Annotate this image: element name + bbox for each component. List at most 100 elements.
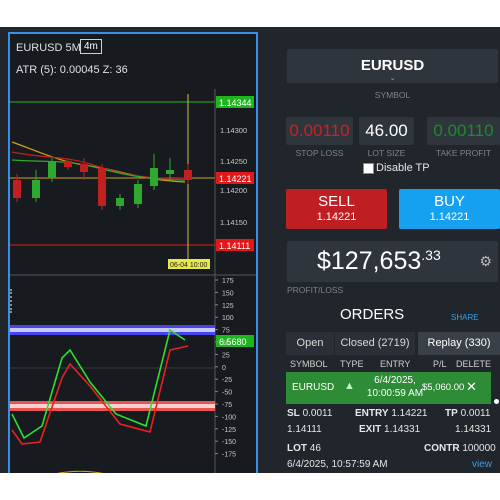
price-tick: 1.14150: [220, 218, 247, 227]
lot-label: LOT: [287, 443, 307, 454]
sl-flag-text: 1.14111: [219, 241, 250, 251]
sl-value: 0.0011: [302, 408, 333, 419]
osc-tick: 175: [222, 278, 234, 285]
close-icon[interactable]: ✕: [466, 379, 477, 395]
price-tick: 1.14200: [220, 186, 247, 195]
upper-band-core: [10, 328, 215, 332]
sell-price: 1.14221: [316, 211, 357, 223]
exit-label: EXIT: [359, 424, 382, 435]
lower-band-core: [10, 404, 215, 408]
order-row[interactable]: EURUSD ▲ 6/4/2025, 10:00:59 AM $5,060.00…: [286, 372, 491, 404]
row-symbol: EURUSD: [292, 382, 335, 393]
candle: [98, 168, 106, 206]
candles: [13, 154, 192, 210]
detail-exit: EXIT 1.14331: [359, 424, 420, 435]
osc-tick: 0: [222, 365, 226, 372]
osc-tick: -50: [222, 390, 232, 397]
resize-grip[interactable]: [10, 289, 16, 313]
row-entry-date: 6/4/2025,: [374, 375, 416, 386]
symbol-selector[interactable]: EURUSD ⌄: [287, 49, 498, 83]
osc-tick: 150: [222, 290, 234, 297]
detail-tp-price: 1.14331: [455, 424, 492, 435]
detail-sl: SL 0.0011: [287, 408, 332, 419]
sell-label: SELL: [318, 193, 355, 210]
candle: [13, 180, 21, 198]
detail-close-time: 6/4/2025, 10:57:59 AM: [287, 459, 388, 470]
osc-tick: 100: [222, 315, 234, 322]
chart-panel[interactable]: EURUSD 5M 4m ATR (5): 0.00045 Z: 36 1.14…: [8, 32, 258, 473]
detail-lot: LOT 46: [287, 443, 321, 454]
tab-replay[interactable]: Replay (330): [418, 332, 500, 355]
lot-size-label: LOT SIZE: [367, 148, 406, 158]
lot-size-input[interactable]: 46.00: [359, 117, 414, 145]
detail-sl-price: 1.14111: [287, 424, 322, 435]
contr-label: CONTR: [424, 443, 460, 454]
take-profit-label: TAKE PROFIT: [435, 148, 492, 158]
orders-title: ORDERS: [340, 306, 405, 323]
row-pl: $5,060.00: [422, 382, 465, 393]
pl-label: PROFIT/LOSS: [287, 285, 344, 295]
tab-closed[interactable]: Closed (2719): [335, 332, 415, 355]
symbol-value: EURUSD: [360, 57, 425, 74]
sell-button[interactable]: SELL 1.14221: [286, 189, 387, 229]
candle: [32, 180, 40, 198]
entry-value: 1.14221: [391, 408, 428, 419]
osc-tick: -100: [222, 414, 236, 421]
gear-icon[interactable]: ⚙: [479, 253, 492, 270]
candle: [80, 164, 88, 172]
lot-value: 46: [309, 443, 321, 454]
chart-canvas[interactable]: 1.14300 1.14250 1.14200 1.14150 1.14344 …: [10, 34, 256, 473]
osc-tick: -25: [222, 377, 232, 384]
exit-value: 1.14331: [384, 424, 421, 435]
tab-open[interactable]: Open: [286, 332, 334, 355]
buy-button[interactable]: BUY 1.14221: [399, 189, 500, 229]
candle: [116, 198, 124, 206]
bottom-ma: [56, 470, 104, 473]
col-type: TYPE: [340, 359, 364, 369]
buy-price: 1.14221: [429, 211, 470, 223]
tp-flag-text: 1.14344: [219, 98, 252, 108]
row-entry-time: 10:00:59 AM: [366, 388, 424, 399]
symbol-label: SYMBOL: [374, 90, 411, 100]
osc-tick: -125: [222, 427, 236, 434]
osc-tick: 75: [222, 328, 230, 335]
osc-tick: -150: [222, 439, 236, 446]
pl-cents: .33: [421, 247, 441, 263]
view-link[interactable]: view: [472, 459, 492, 470]
tp-value: 0.0011: [460, 408, 491, 419]
col-pl: P/L: [433, 359, 447, 369]
buy-label: BUY: [434, 193, 465, 210]
row-entry: 6/4/2025, 10:00:59 AM: [364, 374, 426, 400]
candle: [64, 161, 72, 167]
take-profit-input[interactable]: 0.00110: [427, 117, 500, 145]
pl-value: $127,653.33: [317, 247, 441, 276]
osc-tick: 50: [222, 340, 230, 347]
price-tick: 1.14250: [220, 157, 247, 166]
share-link[interactable]: SHARE: [451, 313, 479, 322]
candle: [166, 170, 174, 174]
candle: [48, 162, 56, 178]
stop-loss-label: STOP LOSS: [295, 148, 344, 158]
detail-tp: TP 0.0011: [445, 408, 490, 419]
osc-tick: -175: [222, 452, 236, 459]
stop-loss-input[interactable]: 0.00110: [286, 117, 353, 145]
candle: [150, 168, 158, 186]
tp-label: TP: [445, 408, 458, 419]
disable-tp-label: Disable TP: [376, 162, 430, 174]
pl-main: $127,653: [317, 247, 422, 275]
scrollbar-indicator[interactable]: [494, 399, 499, 404]
disable-tp-checkbox[interactable]: [363, 163, 374, 174]
osc-tick: 25: [222, 352, 230, 359]
candle: [184, 170, 192, 180]
chevron-down-icon: ⌄: [389, 75, 396, 82]
osc-green-line: [11, 328, 186, 440]
col-symbol: SYMBOL: [290, 359, 328, 369]
sl-label: SL: [287, 408, 300, 419]
time-flag-text: 06-04 10:00: [170, 262, 207, 269]
col-delete: DELETE: [456, 359, 492, 369]
price-flag-text: 1.14221: [219, 174, 252, 184]
osc-tick: 125: [222, 303, 234, 310]
price-tick: 1.14300: [220, 126, 247, 135]
detail-entry: ENTRY 1.14221: [355, 408, 427, 419]
contr-value: 100000: [462, 443, 496, 454]
